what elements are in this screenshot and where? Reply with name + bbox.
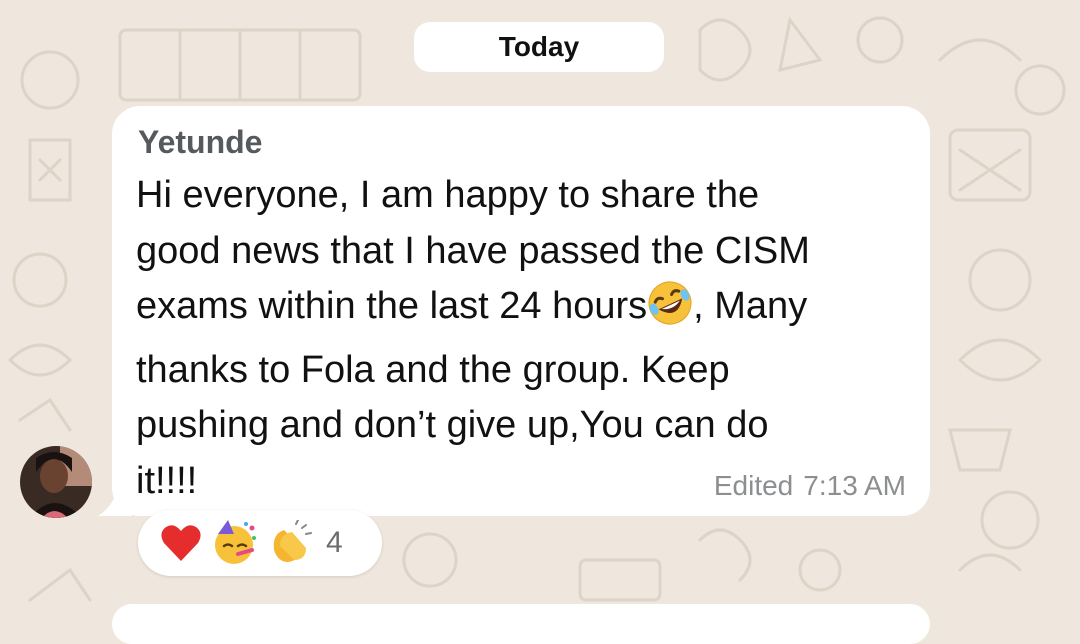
edited-label: Edited: [713, 470, 794, 501]
partying-face-emoji-icon: [212, 520, 258, 566]
message-line: Hi everyone, I am happy to share the: [136, 174, 760, 216]
message-line: , Many: [693, 285, 808, 327]
message-line: good news that I have passed the CISM: [136, 229, 810, 272]
date-divider-label: Today: [498, 31, 580, 62]
rolling-on-floor-laughing-emoji-icon: [647, 280, 693, 343]
message-text: Hi everyone, I am happy to share the good…: [136, 168, 912, 509]
message-line: it!!!!: [136, 459, 198, 502]
clapping-hands-emoji-icon: [266, 520, 312, 566]
date-divider: Today: [414, 22, 664, 72]
user-avatar[interactable]: [20, 446, 92, 518]
message-line: pushing and don’t give up,You can do: [136, 404, 769, 446]
message-meta: Edited 7:13 AM: [714, 470, 906, 502]
message-bubble[interactable]: Yetunde Hi everyone, I am happy to share…: [112, 106, 930, 516]
user-avatar-photo-icon: [20, 446, 92, 518]
next-message-bubble[interactable]: [112, 604, 930, 644]
message-line: exams within the last 24 hours: [136, 285, 648, 327]
reaction-count: 4: [326, 526, 343, 559]
message-time: 7:13 AM: [803, 470, 906, 501]
sender-name[interactable]: Yetunde: [138, 124, 262, 161]
message-line: thanks to Fola and the group. Keep: [136, 348, 730, 391]
heart-emoji-icon: [158, 520, 204, 566]
reactions-pill[interactable]: 4: [138, 510, 382, 576]
